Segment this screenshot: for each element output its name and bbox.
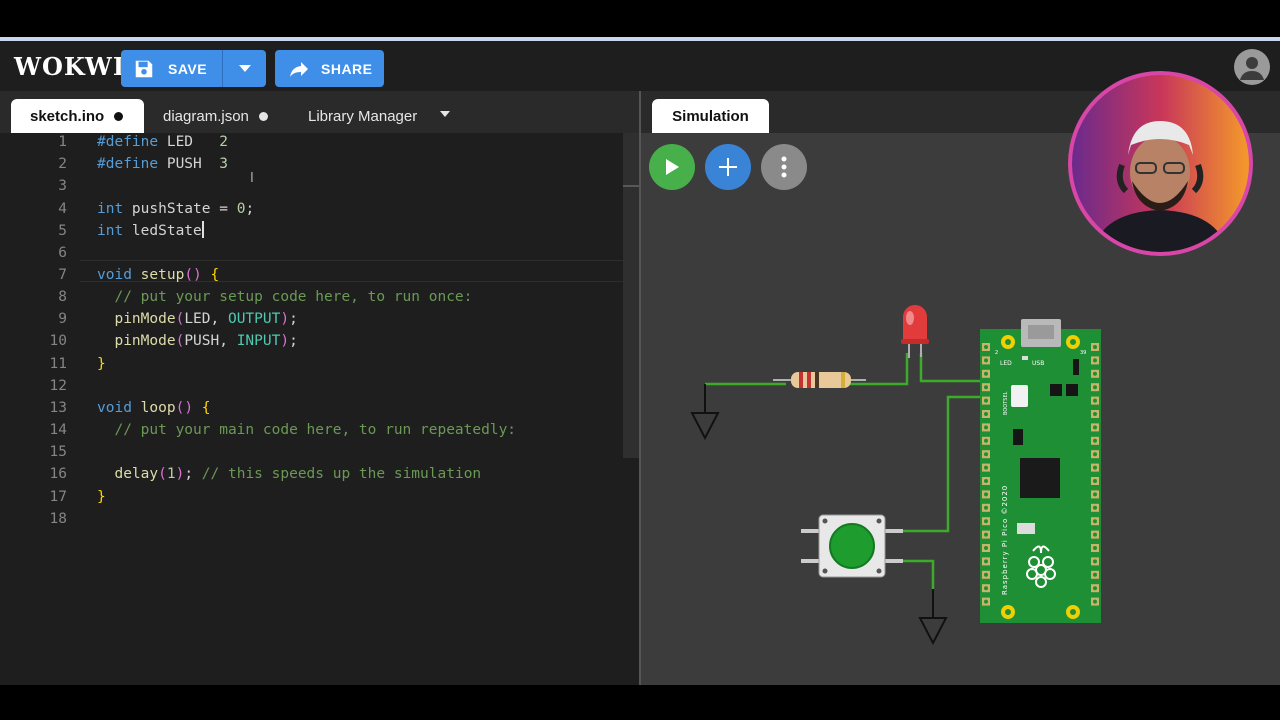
line-number: 17 (49, 489, 67, 505)
share-arrow-icon (290, 61, 308, 77)
code-line[interactable]: void setup() { (97, 264, 219, 286)
tab-library-manager[interactable]: Library Manager (308, 99, 451, 133)
red-led-component[interactable] (901, 305, 929, 358)
code-line[interactable]: #define PUSH 3 (97, 153, 228, 175)
line-number: 18 (49, 511, 67, 527)
save-options-dropdown[interactable] (222, 50, 266, 87)
text-caret (201, 221, 204, 238)
line-number: 5 (58, 223, 67, 239)
line-number: 2 (58, 156, 67, 172)
board-model-label: Raspberry Pi Pico ©2020 (1001, 485, 1009, 595)
code-line[interactable]: void loop() { (97, 397, 211, 419)
share-button[interactable]: SHARE (275, 50, 384, 87)
line-number: 4 (58, 201, 67, 217)
bootsel-button[interactable] (1011, 385, 1028, 407)
line-number: 8 (58, 289, 67, 305)
line-number: 12 (49, 378, 67, 394)
tab-label: sketch.ino (30, 107, 105, 125)
tab-simulation[interactable]: Simulation (652, 99, 769, 133)
pin-label: 39 (1080, 350, 1086, 356)
code-line[interactable]: delay(1); // this speeds up the simulati… (97, 463, 481, 485)
tab-label: Library Manager (308, 107, 418, 125)
code-editor[interactable]: 1 2 3 4 5 6 7 8 9 10 11 12 13 14 15 16 1… (0, 133, 639, 685)
editor-tab-bar: sketch.ino diagram.json Library Manager (0, 91, 639, 133)
floppy-disk-icon (135, 60, 153, 77)
screen: WOKWI SAVE SHARE sketch.ino diagram.json… (0, 0, 1280, 720)
save-button[interactable]: SAVE (121, 50, 266, 87)
line-number: 6 (58, 245, 67, 261)
led-silkscreen-label: LED (1000, 360, 1012, 367)
usb-silkscreen-label: USB (1032, 360, 1044, 367)
caret-down-icon (238, 64, 251, 72)
resistor-component[interactable] (773, 372, 866, 388)
code-line[interactable]: // put your setup code here, to run once… (97, 286, 472, 308)
pin-label: 2 (995, 350, 998, 356)
window-top-accent (0, 37, 1280, 41)
presenter-video-image (1072, 75, 1249, 252)
tab-sketch-ino[interactable]: sketch.ino (11, 99, 144, 133)
tab-label: diagram.json (163, 107, 249, 125)
code-line[interactable]: pinMode(PUSH, INPUT); (97, 330, 297, 352)
line-number: 16 (49, 466, 67, 482)
unsaved-dot-icon (114, 111, 124, 121)
wokwi-window: WOKWI SAVE SHARE sketch.ino diagram.json… (0, 37, 1280, 685)
line-number: 15 (49, 444, 67, 460)
code-line[interactable]: pinMode(LED, OUTPUT); (97, 308, 297, 330)
webcam-overlay (1068, 71, 1253, 256)
user-avatar-icon[interactable] (1234, 49, 1270, 85)
app-header: WOKWI SAVE SHARE (0, 41, 1280, 91)
text-cursor-icon: I (250, 171, 254, 186)
line-number: 10 (49, 333, 67, 349)
code-line[interactable]: int ledState (97, 220, 204, 242)
editor-scrollbar[interactable] (623, 133, 639, 685)
scrollbar-thumb[interactable] (623, 133, 639, 458)
code-line[interactable]: } (97, 486, 106, 508)
code-line[interactable]: // put your main code here, to run repea… (97, 419, 516, 441)
line-number: 3 (58, 178, 67, 194)
ground-symbol-icon[interactable] (690, 384, 720, 441)
raspberry-pi-pico-board[interactable]: 2 39 LED USB BOOTSEL Raspberry Pi Pico ©… (980, 319, 1101, 623)
wokwi-logo[interactable]: WOKWI (14, 52, 125, 81)
scrollbar-cursor-marker (623, 185, 639, 187)
line-number: 9 (58, 311, 67, 327)
pushbutton-component[interactable] (801, 514, 903, 578)
bootsel-label: BOOTSEL (1003, 391, 1009, 415)
share-label: SHARE (321, 60, 373, 77)
line-number: 14 (49, 422, 67, 438)
code-line[interactable]: #define LED 2 (97, 131, 228, 153)
line-number: 13 (49, 400, 67, 416)
triangle-down-icon (440, 111, 451, 117)
tab-diagram-json[interactable]: diagram.json (163, 99, 268, 133)
line-number: 11 (49, 356, 67, 372)
line-number: 7 (58, 267, 67, 283)
code-line[interactable]: int pushState = 0; (97, 198, 254, 220)
code-line[interactable]: } (97, 353, 106, 375)
line-number: 1 (58, 134, 67, 150)
unsaved-dot-icon (258, 111, 268, 121)
save-label: SAVE (168, 60, 208, 77)
line-number-gutter: 1 2 3 4 5 6 7 8 9 10 11 12 13 14 15 16 1… (0, 133, 80, 685)
ground-symbol-icon[interactable] (918, 589, 948, 646)
